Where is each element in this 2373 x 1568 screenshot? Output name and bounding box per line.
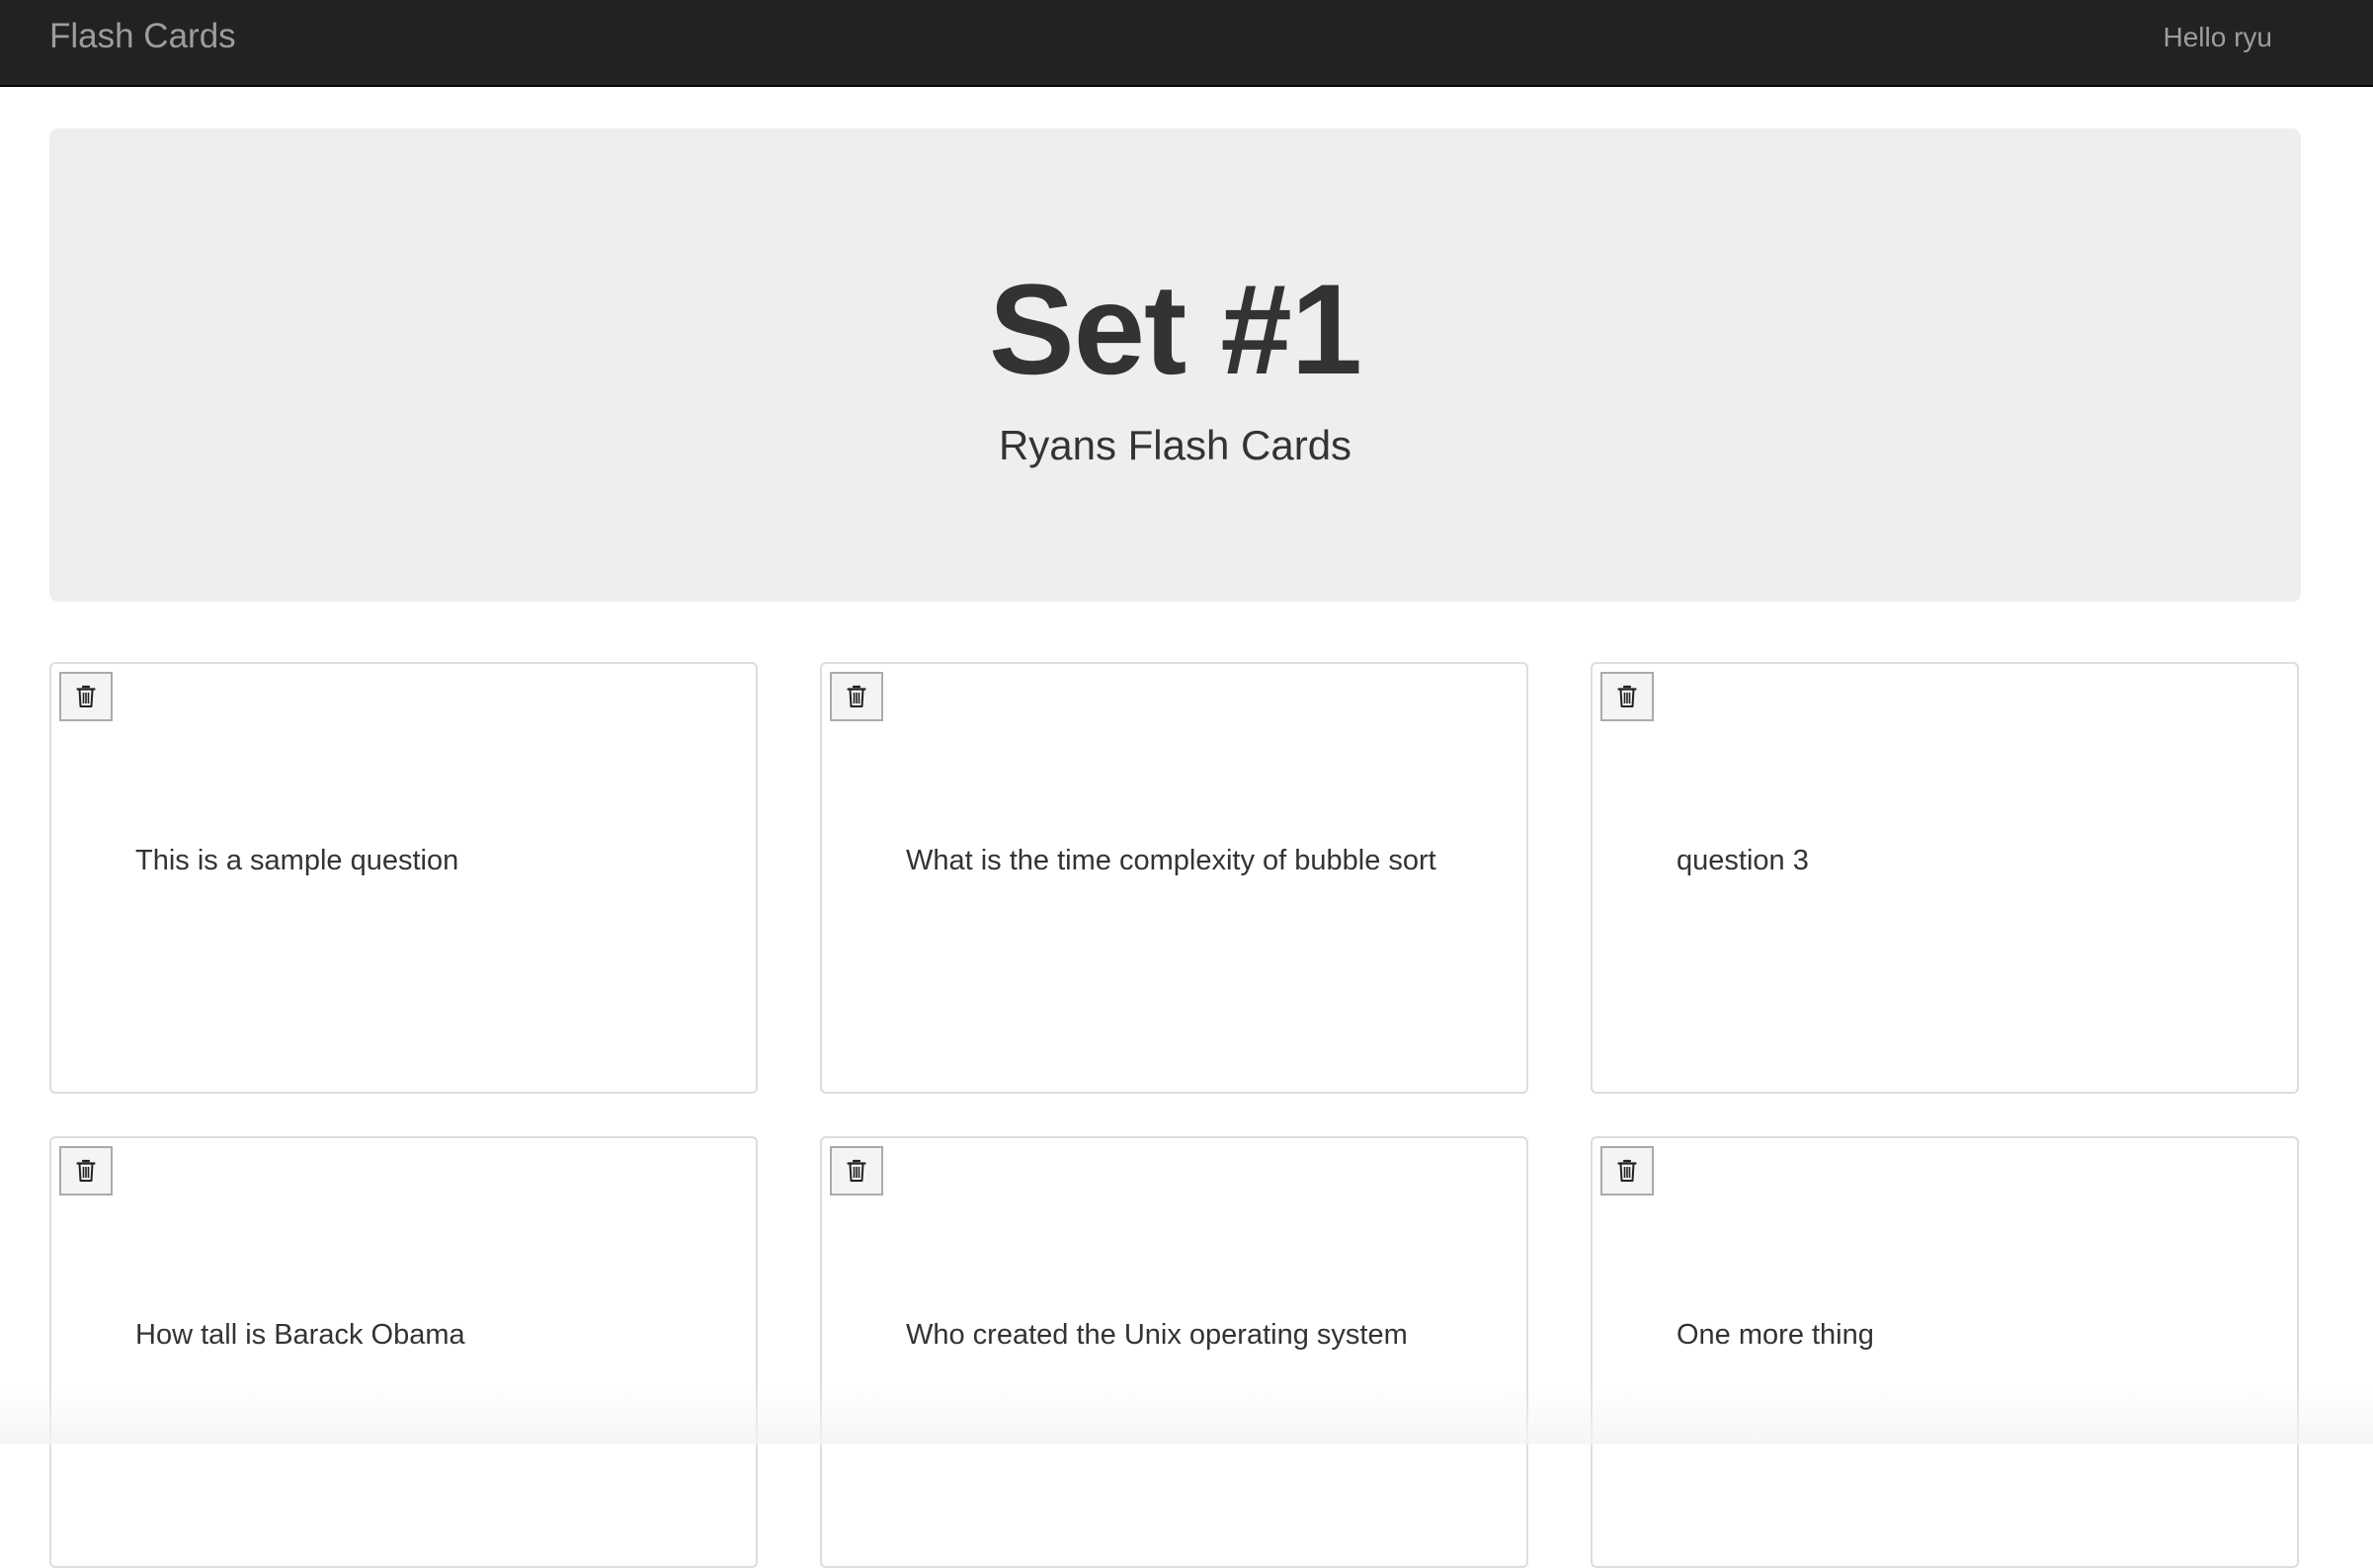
flash-card[interactable]: This is a sample question <box>49 662 758 1094</box>
trash-icon <box>847 1159 866 1182</box>
user-greeting[interactable]: Hello ryu <box>2164 0 2272 87</box>
trash-icon <box>847 685 866 707</box>
trash-icon <box>76 1159 96 1182</box>
flash-card[interactable]: How tall is Barack Obama <box>49 1136 758 1568</box>
navbar: Flash Cards Hello ryu <box>0 0 2373 87</box>
delete-card-button[interactable] <box>59 1146 113 1196</box>
card-question: How tall is Barack Obama <box>135 1319 465 1351</box>
set-subtitle: Ryans Flash Cards <box>998 422 1352 468</box>
trash-icon <box>1617 685 1637 707</box>
card-question: What is the time complexity of bubble so… <box>906 845 1436 876</box>
flash-card[interactable]: What is the time complexity of bubble so… <box>820 662 1528 1094</box>
card-question: question 3 <box>1677 845 1809 876</box>
trash-icon <box>1617 1159 1637 1182</box>
delete-card-button[interactable] <box>1600 1146 1654 1196</box>
card-question: Who created the Unix operating system <box>906 1319 1408 1351</box>
card-question: This is a sample question <box>135 845 459 876</box>
delete-card-button[interactable] <box>59 672 113 721</box>
delete-card-button[interactable] <box>830 672 883 721</box>
set-header: Set #1 Ryans Flash Cards <box>49 128 2301 602</box>
flash-card[interactable]: question 3 <box>1591 662 2299 1094</box>
delete-card-button[interactable] <box>1600 672 1654 721</box>
flash-card[interactable]: Who created the Unix operating system <box>820 1136 1528 1568</box>
trash-icon <box>76 685 96 707</box>
brand-link[interactable]: Flash Cards <box>49 0 236 87</box>
delete-card-button[interactable] <box>830 1146 883 1196</box>
card-question: One more thing <box>1677 1319 1874 1351</box>
flash-card[interactable]: One more thing <box>1591 1136 2299 1568</box>
set-title: Set #1 <box>988 257 1362 401</box>
